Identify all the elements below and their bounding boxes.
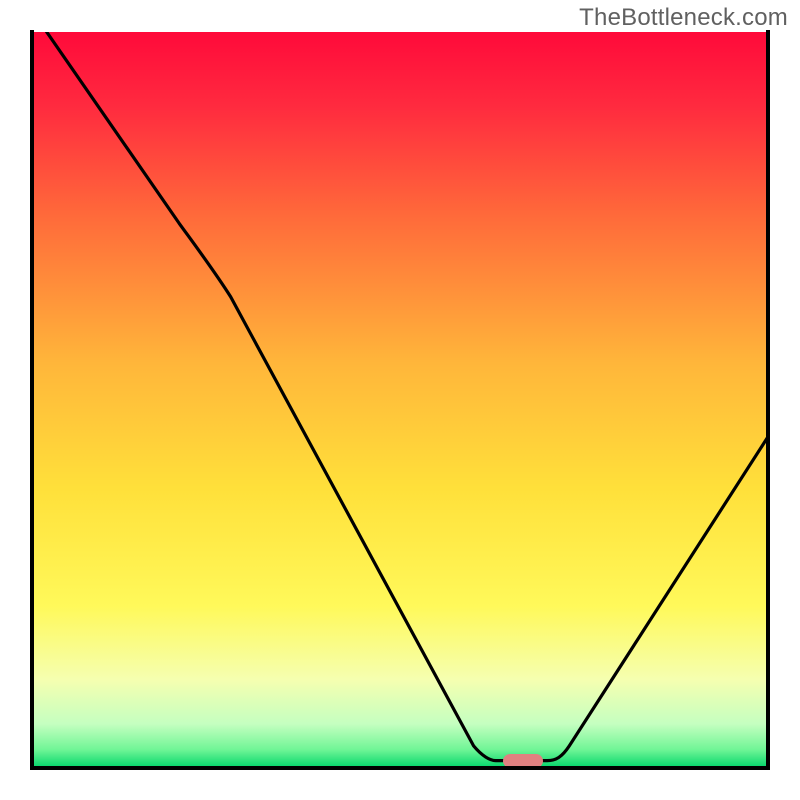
chart-container: { "watermark": "TheBottleneck.com", "cha… [0, 0, 800, 800]
gradient-background [32, 32, 768, 768]
bottleneck-chart [0, 0, 800, 800]
optimal-marker [503, 754, 543, 768]
watermark-text: TheBottleneck.com [579, 4, 788, 32]
